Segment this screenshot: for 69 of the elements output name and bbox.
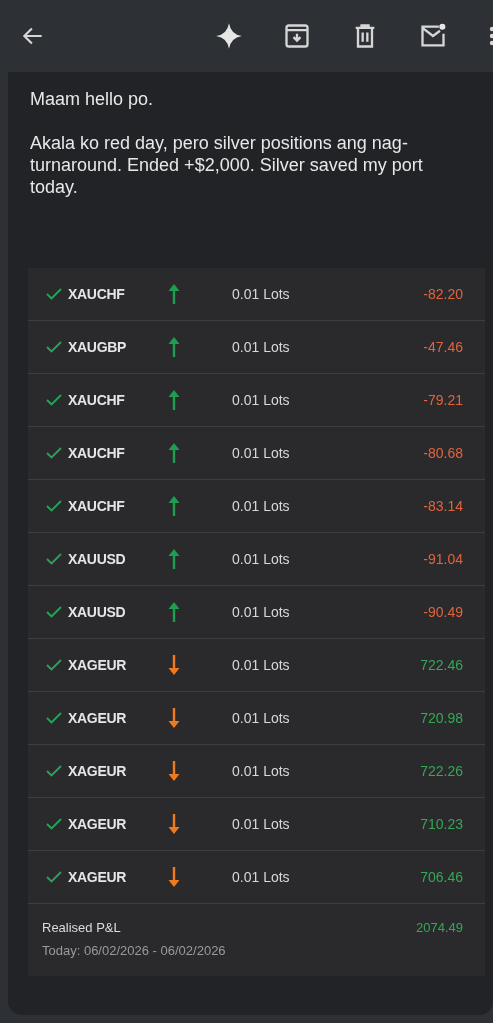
pnl-value: -91.04 [423, 551, 463, 567]
symbol-text: XAUUSD [68, 551, 127, 567]
check-icon [46, 394, 62, 406]
check-icon [46, 871, 62, 883]
pnl-value: -47.46 [423, 339, 463, 355]
pnl-value: 720.98 [420, 710, 463, 726]
up-arrow-icon [168, 601, 180, 623]
archive-icon[interactable] [283, 22, 311, 50]
down-arrow-icon [168, 813, 180, 835]
mail-icon[interactable] [419, 22, 447, 50]
symbol-text: XAUGBP [68, 339, 128, 355]
check-icon [46, 765, 62, 777]
check-icon [46, 606, 62, 618]
pnl-value: -79.21 [423, 392, 463, 408]
realised-pnl-value: 2074.49 [416, 920, 463, 935]
message-text: Akala ko red day, pero silver positions ang nag-turnaround. Ended +$2,000. Silver saved my port today. [30, 132, 424, 198]
symbol-text: XAGEUR [68, 763, 128, 779]
down-arrow-icon [168, 760, 180, 782]
pnl-value: -80.68 [423, 445, 463, 461]
date-range-text: Today: 06/02/2026 - 06/02/2026 [42, 943, 227, 958]
symbol-text: XAUCHF [68, 392, 126, 408]
message-text: Maam hello po. [30, 88, 155, 110]
check-icon [46, 500, 62, 512]
sparkle-icon[interactable] [215, 22, 243, 50]
pnl-value: -82.20 [423, 286, 463, 302]
symbol-text: XAGEUR [68, 816, 128, 832]
down-arrow-icon [168, 654, 180, 676]
down-arrow-icon [168, 866, 180, 888]
pnl-value: -90.49 [423, 604, 463, 620]
down-arrow-icon [168, 707, 180, 729]
lots-text: 0.01 Lots [232, 286, 291, 302]
pnl-value: 706.46 [420, 869, 463, 885]
lots-text: 0.01 Lots [232, 710, 291, 726]
up-arrow-icon [168, 336, 180, 358]
check-icon [46, 341, 62, 353]
lots-text: 0.01 Lots [232, 445, 291, 461]
lots-text: 0.01 Lots [232, 763, 291, 779]
up-arrow-icon [168, 283, 180, 305]
symbol-text: XAGEUR [68, 869, 128, 885]
lots-text: 0.01 Lots [232, 816, 291, 832]
up-arrow-icon [168, 389, 180, 411]
check-icon [46, 288, 62, 300]
check-icon [46, 553, 62, 565]
lots-text: 0.01 Lots [232, 392, 291, 408]
lots-text: 0.01 Lots [232, 339, 291, 355]
symbol-text: XAUCHF [68, 498, 126, 514]
symbol-text: XAGEUR [68, 710, 128, 726]
lots-text: 0.01 Lots [232, 551, 291, 567]
up-arrow-icon [168, 548, 180, 570]
lots-text: 0.01 Lots [232, 498, 291, 514]
check-icon [46, 712, 62, 724]
lots-text: 0.01 Lots [232, 869, 291, 885]
check-icon [46, 447, 62, 459]
more-icon[interactable] [487, 24, 493, 48]
up-arrow-icon [168, 495, 180, 517]
lots-text: 0.01 Lots [232, 604, 291, 620]
check-icon [46, 659, 62, 671]
up-arrow-icon [168, 442, 180, 464]
symbol-text: XAUCHF [68, 286, 126, 302]
lots-text: 0.01 Lots [232, 657, 291, 673]
symbol-text: XAUCHF [68, 445, 126, 461]
symbol-text: XAUUSD [68, 604, 127, 620]
symbol-text: XAGEUR [68, 657, 128, 673]
realised-pnl-label: Realised P&L [42, 920, 121, 935]
pnl-value: 722.26 [420, 763, 463, 779]
pnl-value: 722.46 [420, 657, 463, 673]
pnl-value: 710.23 [420, 816, 463, 832]
pnl-value: -83.14 [423, 498, 463, 514]
check-icon [46, 818, 62, 830]
